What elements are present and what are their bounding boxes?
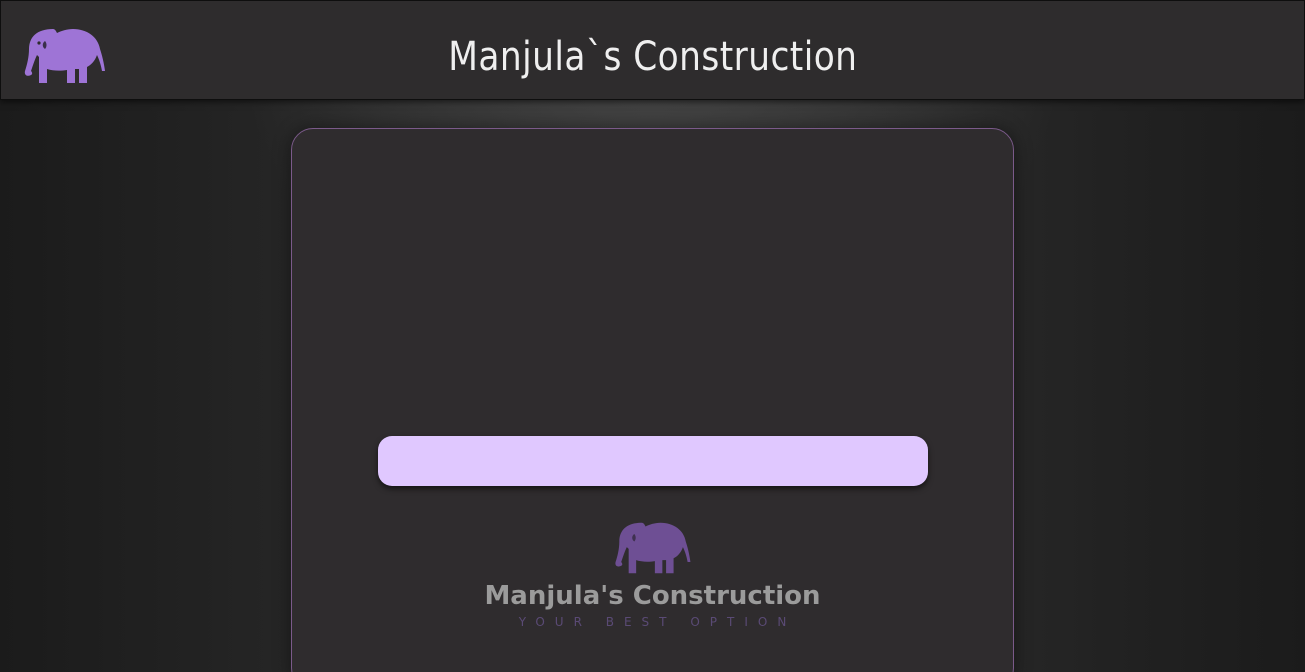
content-card: Manjula's Construction YOUR BEST OPTION	[291, 128, 1014, 672]
elephant-icon[interactable]	[23, 25, 107, 87]
primary-action-button[interactable]	[378, 436, 928, 486]
app-header: Manjula`s Construction	[0, 0, 1305, 100]
brand-tagline: YOUR BEST OPTION	[518, 615, 797, 629]
brand-logo: Manjula's Construction YOUR BEST OPTION	[292, 519, 1013, 629]
brand-name: Manjula's Construction	[484, 581, 821, 611]
elephant-icon	[614, 522, 690, 574]
page-title: Manjula`s Construction	[447, 34, 858, 80]
